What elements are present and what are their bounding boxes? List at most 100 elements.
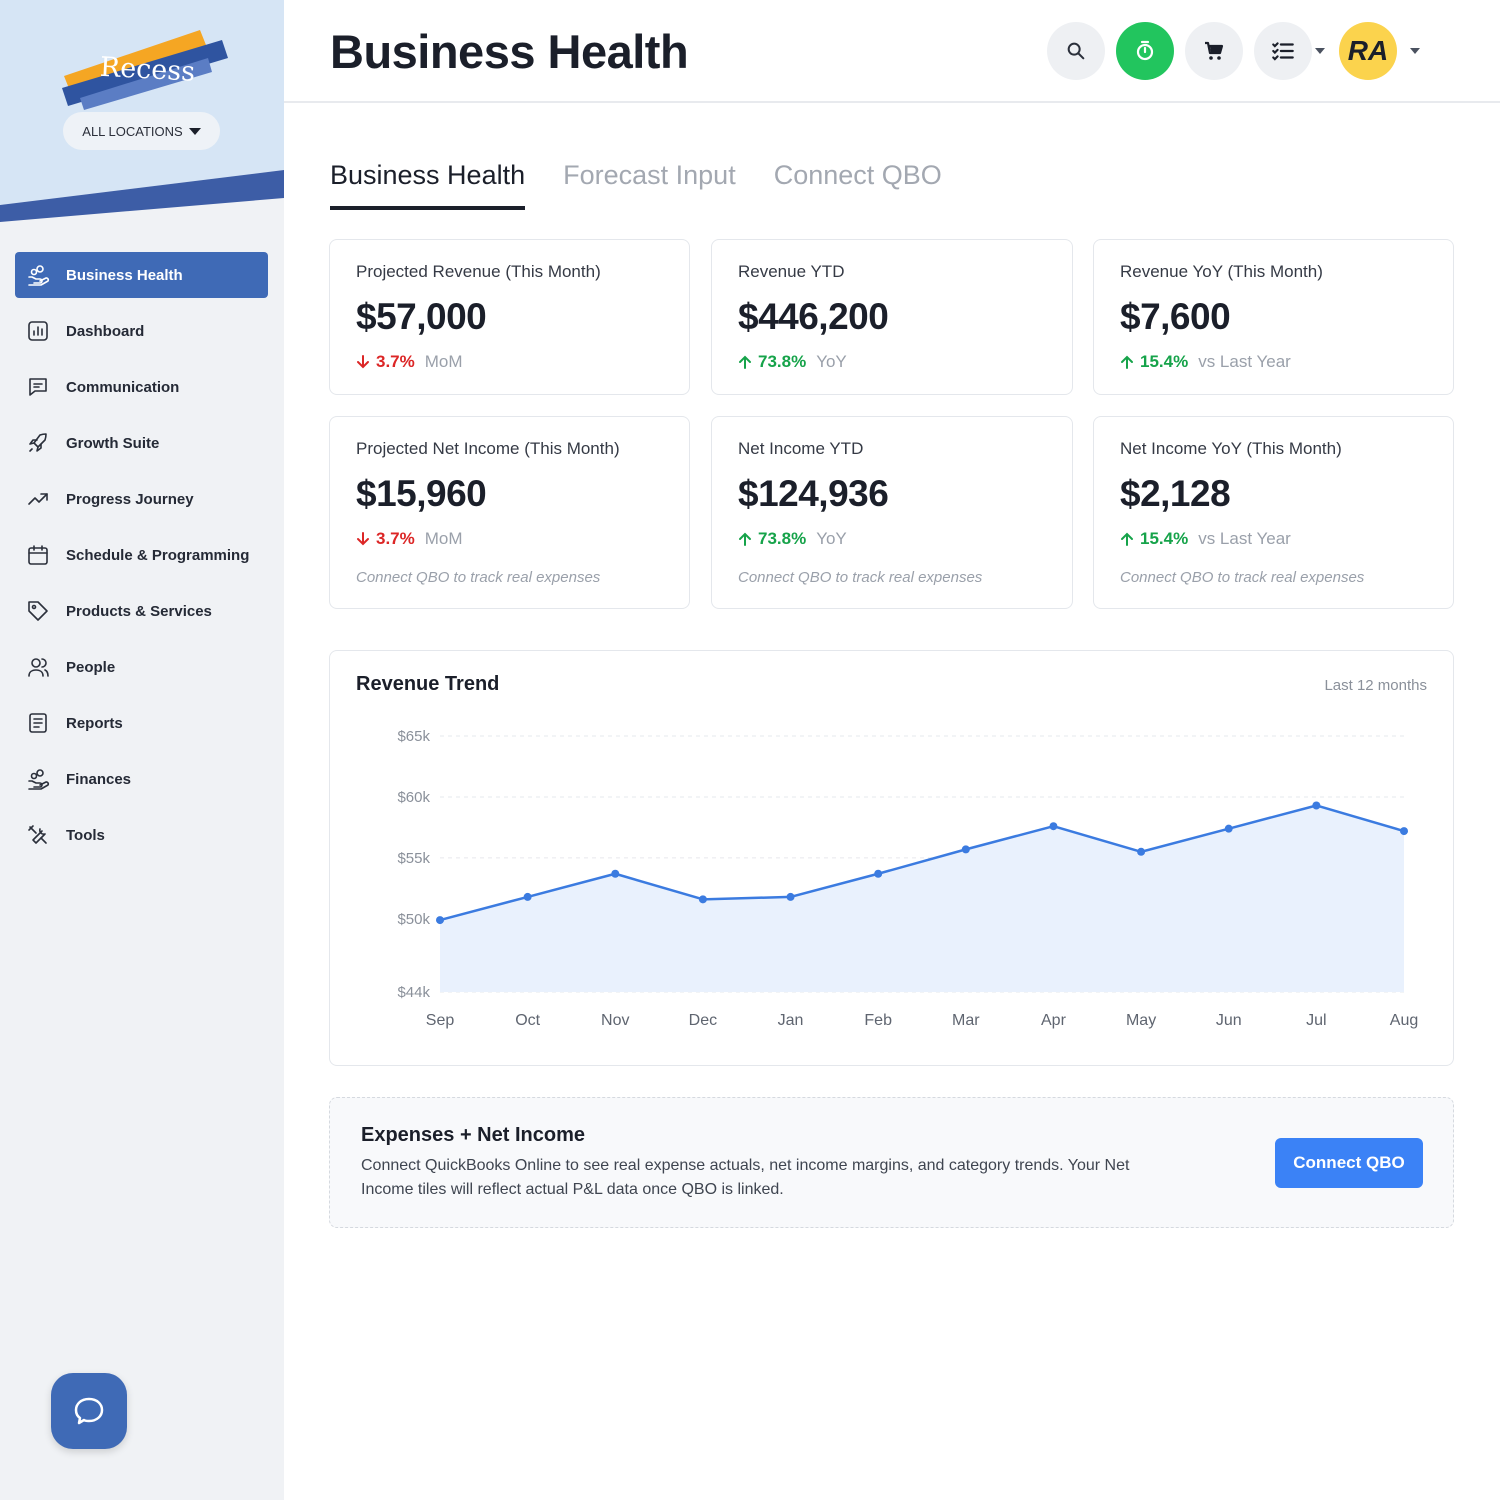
card-label: Net Income YTD — [738, 439, 864, 458]
card-delta: 3.7% MoM — [356, 352, 663, 372]
card-delta-pct: 15.4% — [1140, 352, 1189, 371]
stat-card-net-income-ytd: Net Income YTD $124,936 73.8% YoY Connec… — [711, 416, 1073, 609]
sidebar-item-label: People — [66, 658, 116, 676]
sidebar-item-finances[interactable]: Finances — [15, 756, 268, 802]
card-label: Projected Net Income (This Month) — [356, 439, 620, 458]
data-point — [1400, 827, 1408, 836]
page-title: Business Health — [330, 25, 689, 78]
sidebar-item-label: Business Health — [66, 266, 183, 284]
timer-button[interactable] — [1116, 22, 1174, 80]
card-label: Projected Revenue (This Month) — [356, 262, 601, 281]
card-value: $446,200 — [738, 296, 889, 337]
sidebar-item-label: Finances — [66, 770, 132, 788]
card-delta: 3.7% MoM — [356, 529, 663, 549]
top-header: Business Health RA — [284, 0, 1500, 103]
people-icon — [25, 654, 51, 680]
tab-forecast-input[interactable]: Forecast Input — [563, 160, 736, 210]
arrow-down-icon — [357, 355, 369, 369]
x-tick-label: Dec — [689, 1012, 717, 1029]
chat-button[interactable] — [51, 1373, 127, 1449]
card-delta: 73.8% YoY — [738, 352, 1046, 372]
calendar-icon — [25, 542, 51, 568]
sidebar-nav: Business Health Dashboard Communication … — [15, 252, 268, 868]
card-value: $15,960 — [356, 473, 487, 514]
revenue-trend-chart: $44k $50k $55k $60k $65k Sep Oct Nov Dec Jan Feb Ma… — [397, 728, 1418, 1029]
card-delta-compare: YoY — [816, 529, 847, 548]
stat-card-projected-net-income: Projected Net Income (This Month) $15,96… — [329, 416, 690, 609]
card-delta-pct: 73.8% — [758, 352, 807, 371]
sidebar-item-label: Schedule & Programming — [66, 546, 250, 564]
search-button[interactable] — [1047, 22, 1105, 80]
card-delta-pct: 3.7% — [376, 352, 415, 371]
sidebar-item-tools[interactable]: Tools — [15, 812, 268, 858]
location-label: ALL LOCATIONS — [82, 123, 183, 139]
card-label: Revenue YTD — [738, 262, 845, 281]
series-area — [440, 805, 1404, 992]
card-value: $124,936 — [738, 473, 889, 514]
message-icon — [25, 374, 51, 400]
data-point — [611, 869, 620, 878]
tab-business-health[interactable]: Business Health — [330, 160, 526, 210]
avatar-initials: RA — [1347, 35, 1389, 66]
card-delta: 73.8% YoY — [738, 529, 1046, 549]
tab-bar: Business Health Forecast Input Connect Q… — [330, 160, 942, 210]
search-icon — [1067, 42, 1085, 60]
sidebar-item-label: Reports — [66, 714, 123, 732]
card-value: $2,128 — [1120, 473, 1231, 514]
checklist-button[interactable] — [1254, 22, 1312, 80]
sidebar-item-products-services[interactable]: Products & Services — [15, 588, 268, 634]
avatar[interactable]: RA — [1339, 22, 1397, 80]
card-delta-compare: MoM — [424, 352, 463, 371]
card-delta-pct: 15.4% — [1140, 529, 1189, 548]
sidebar-item-schedule-programming[interactable]: Schedule & Programming — [15, 532, 268, 578]
sidebar-item-reports[interactable]: Reports — [15, 700, 268, 746]
cart-button[interactable] — [1185, 22, 1243, 80]
card-delta-compare: vs Last Year — [1198, 352, 1291, 371]
stat-card-revenue-yoy: Revenue YoY (This Month) $7,600 15.4% vs… — [1093, 239, 1454, 395]
sidebar-item-growth-suite[interactable]: Growth Suite — [15, 420, 268, 466]
sidebar-item-people[interactable]: People — [15, 644, 268, 690]
y-tick-label: $65k — [397, 728, 430, 745]
data-point — [698, 895, 707, 904]
y-tick-label: $44k — [397, 984, 430, 1001]
logo-text: Recess — [99, 52, 196, 88]
card-value: $57,000 — [356, 296, 487, 337]
recess-logo[interactable]: Recess — [58, 28, 233, 110]
data-point — [1224, 824, 1233, 833]
arrow-down-icon — [357, 532, 369, 546]
report-icon — [25, 710, 51, 736]
sidebar: Recess ALL LOCATIONS Business Health Das… — [0, 0, 284, 1500]
sidebar-item-progress-journey[interactable]: Progress Journey — [15, 476, 268, 522]
y-tick-label: $55k — [397, 850, 430, 867]
sidebar-item-label: Products & Services — [66, 602, 212, 620]
sidebar-item-label: Communication — [66, 378, 180, 396]
x-tick-label: Jan — [778, 1012, 804, 1029]
sidebar-item-communication[interactable]: Communication — [15, 364, 268, 410]
sidebar-item-label: Tools — [66, 826, 105, 844]
caret-down-icon — [188, 127, 201, 135]
connect-qbo-button[interactable]: Connect QBO — [1275, 1138, 1423, 1188]
x-tick-label: Mar — [952, 1012, 980, 1029]
card-delta-compare: YoY — [816, 352, 847, 371]
arrow-up-icon — [1121, 532, 1133, 546]
location-selector[interactable]: ALL LOCATIONS — [63, 112, 220, 150]
tab-connect-qbo[interactable]: Connect QBO — [774, 160, 942, 210]
x-tick-label: Nov — [601, 1012, 629, 1029]
card-delta-compare: MoM — [424, 529, 463, 548]
profile-dropdown-icon[interactable] — [1410, 48, 1420, 54]
x-tick-label: Apr — [1041, 1012, 1067, 1029]
sidebar-item-label: Growth Suite — [66, 434, 160, 452]
card-note: Connect QBO to track real expenses — [1120, 569, 1365, 586]
x-tick-label: Jun — [1216, 1012, 1242, 1029]
card-note: Connect QBO to track real expenses — [738, 569, 983, 586]
checklist-dropdown-icon[interactable] — [1315, 48, 1325, 54]
sidebar-item-dashboard[interactable]: Dashboard — [15, 308, 268, 354]
data-point — [961, 845, 970, 854]
card-delta-pct: 73.8% — [758, 529, 807, 548]
data-point — [786, 892, 795, 901]
card-delta: 15.4% vs Last Year — [1120, 352, 1427, 372]
tag-icon — [25, 598, 51, 624]
sidebar-item-business-health[interactable]: Business Health — [15, 252, 268, 298]
x-tick-label: Aug — [1390, 1012, 1418, 1029]
card-note: Connect QBO to track real expenses — [356, 569, 601, 586]
